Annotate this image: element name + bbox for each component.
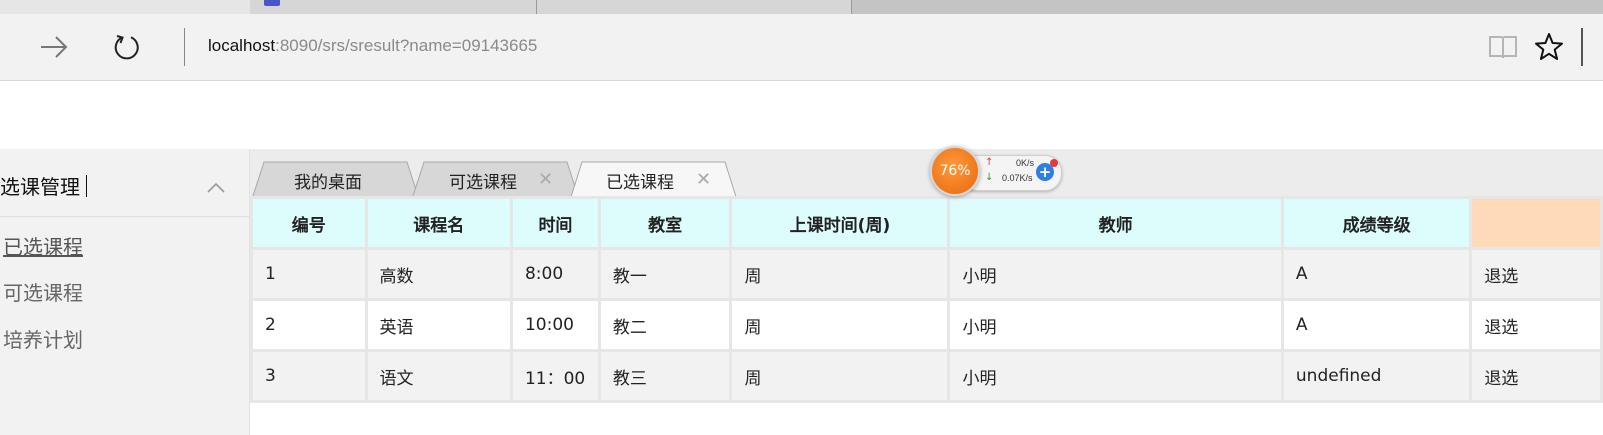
cell-time: 8:00 <box>512 250 598 298</box>
cell-weeks: 周 <box>732 301 948 349</box>
cell-course-name: 高数 <box>367 250 510 298</box>
cell-teacher: 小明 <box>950 352 1281 400</box>
page-header-area <box>0 81 1603 149</box>
col-header-time: 时间 <box>512 199 598 247</box>
cell-id: 3 <box>253 352 365 400</box>
sidebar-section-title[interactable]: 选课管理 <box>0 171 80 200</box>
download-arrow-icon: ↓ <box>985 172 994 183</box>
tab-selected-courses[interactable]: 已选课程 ✕ <box>570 161 738 199</box>
sidebar: 选课管理 已选课程 可选课程 培养计划 <box>0 149 250 435</box>
sidebar-divider <box>0 216 249 217</box>
cell-teacher: 小明 <box>950 250 1281 298</box>
download-speed: 0.07K/s <box>1002 173 1033 183</box>
drop-course-button[interactable]: 退选 <box>1472 301 1600 349</box>
main-content: 我的桌面 可选课程 ✕ 已选课程 ✕ 编号 课程名 时间 教室 上课时间(周) <box>250 149 1603 435</box>
tab-available-courses[interactable]: 可选课程 ✕ <box>412 161 580 199</box>
cell-id: 1 <box>253 250 365 298</box>
cell-grade: A <box>1283 250 1470 298</box>
cell-weeks: 周 <box>732 352 948 400</box>
reading-view-button[interactable] <box>1487 32 1519 62</box>
nav-divider <box>184 28 185 66</box>
browser-tab-strip <box>0 0 1603 14</box>
chevron-up-icon[interactable] <box>207 181 225 193</box>
col-header-grade: 成绩等级 <box>1283 199 1470 247</box>
table-row: 1 高数 8:00 教一 周 小明 A 退选 <box>253 250 1600 298</box>
drop-course-button[interactable]: 退选 <box>1472 250 1600 298</box>
browser-tab[interactable] <box>852 0 1603 14</box>
book-icon <box>1489 36 1517 59</box>
memory-usage-ball[interactable]: 76% <box>930 146 980 196</box>
cell-id: 2 <box>253 301 365 349</box>
sidebar-item-selected-courses[interactable]: 已选课程 <box>3 231 83 260</box>
favorite-button[interactable] <box>1533 32 1565 62</box>
star-icon <box>1535 33 1563 60</box>
toolbar-divider <box>1581 28 1583 66</box>
cell-grade: undefined <box>1283 352 1470 400</box>
col-header-classroom: 教室 <box>600 199 730 247</box>
cell-classroom: 教一 <box>600 250 730 298</box>
browser-navbar: localhost:8090/srs/sresult?name=09143665 <box>0 14 1603 81</box>
upload-speed: 0K/s <box>1016 158 1035 168</box>
url-host: localhost <box>208 36 276 55</box>
col-header-weeks: 上课时间(周) <box>732 199 948 247</box>
cell-time: 11：00 <box>512 352 598 400</box>
notification-dot-icon <box>1050 159 1058 167</box>
network-speed-widget[interactable]: 76% ↑ 0K/s ↓ 0.07K/s + <box>930 146 1062 196</box>
upload-arrow-icon: ↑ <box>985 157 994 168</box>
col-header-action <box>1472 199 1600 247</box>
tab-label: 已选课程 <box>606 172 674 193</box>
tab-label: 我的桌面 <box>294 172 362 193</box>
table-row: 2 英语 10:00 教二 周 小明 A 退选 <box>253 301 1600 349</box>
cell-weeks: 周 <box>732 250 948 298</box>
cell-course-name: 英语 <box>367 301 510 349</box>
col-header-teacher: 教师 <box>950 199 1281 247</box>
cell-grade: A <box>1283 301 1470 349</box>
cell-teacher: 小明 <box>950 301 1281 349</box>
cell-classroom: 教二 <box>600 301 730 349</box>
close-icon[interactable]: ✕ <box>538 169 553 190</box>
tab-separator <box>536 0 537 14</box>
tab-favicon-icon <box>264 0 280 6</box>
tab-my-desktop[interactable]: 我的桌面 <box>252 161 420 199</box>
address-bar[interactable]: localhost:8090/srs/sresult?name=09143665 <box>208 34 537 58</box>
close-icon[interactable]: ✕ <box>696 169 711 190</box>
table-row: 3 语文 11：00 教三 周 小明 undefined 退选 <box>253 352 1600 400</box>
table-header-row: 编号 课程名 时间 教室 上课时间(周) 教师 成绩等级 <box>253 199 1600 247</box>
refresh-button[interactable] <box>112 32 142 62</box>
col-header-course-name: 课程名 <box>367 199 510 247</box>
text-caret <box>86 175 87 197</box>
tab-label: 可选课程 <box>449 172 517 193</box>
col-header-id: 编号 <box>253 199 365 247</box>
refresh-icon <box>114 35 139 60</box>
url-path: :8090/srs/sresult?name=09143665 <box>275 36 538 55</box>
content-tab-bar: 我的桌面 可选课程 ✕ 已选课程 ✕ <box>250 149 1603 199</box>
browser-tab[interactable] <box>250 0 852 14</box>
forward-arrow-icon <box>41 36 68 58</box>
cell-time: 10:00 <box>512 301 598 349</box>
sidebar-item-available-courses[interactable]: 可选课程 <box>3 277 83 306</box>
course-table: 编号 课程名 时间 教室 上课时间(周) 教师 成绩等级 1 高数 8:00 教… <box>250 196 1603 403</box>
cell-classroom: 教三 <box>600 352 730 400</box>
sidebar-item-training-plan[interactable]: 培养计划 <box>3 324 83 353</box>
cell-course-name: 语文 <box>367 352 510 400</box>
drop-course-button[interactable]: 退选 <box>1472 352 1600 400</box>
forward-button[interactable] <box>39 32 69 62</box>
